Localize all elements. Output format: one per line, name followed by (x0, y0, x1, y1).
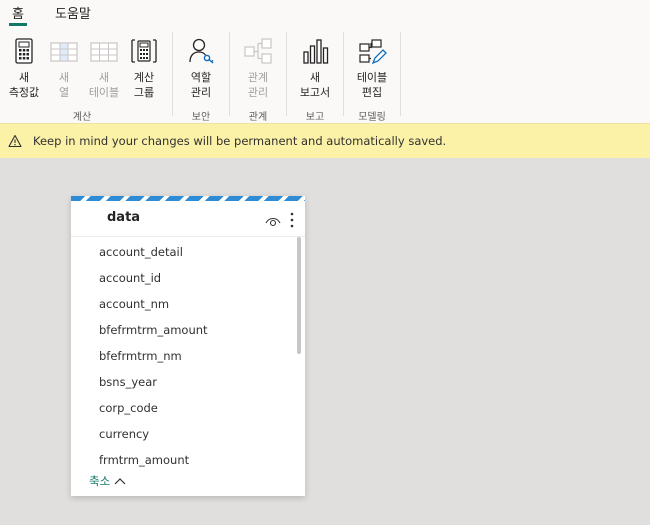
field-item[interactable]: bfefrmtrm_nm (99, 349, 182, 363)
calculator-icon (15, 38, 33, 64)
new-column-button[interactable]: 새 열 (48, 36, 80, 100)
group-divider (400, 32, 401, 116)
new-report-label-1: 새 (309, 71, 321, 84)
manage-roles-label-2: 관리 (190, 86, 212, 99)
info-bar: Keep in mind your changes will be perman… (0, 123, 650, 158)
edit-tables-label-2: 편집 (361, 86, 383, 99)
table-title: data (107, 210, 141, 225)
new-column-label-1: 새 (58, 71, 70, 84)
new-column-label-2: 열 (58, 86, 70, 99)
new-table-button[interactable]: 새 테이블 (84, 36, 124, 100)
calc-group-icon (131, 39, 157, 63)
group-label-modeling: 모델링 (358, 112, 386, 123)
manage-relationships-label-2: 관리 (247, 86, 269, 99)
field-list: account_detail account_id account_nm bfe… (71, 237, 305, 469)
field-item[interactable]: account_nm (99, 297, 169, 311)
field-item[interactable]: account_detail (99, 245, 183, 259)
group-divider (172, 32, 173, 116)
field-item[interactable]: corp_code (99, 401, 158, 415)
new-report-label-2: 보고서 (299, 86, 331, 99)
new-table-label-1: 새 (98, 71, 110, 84)
tab-home[interactable]: 홈 (9, 3, 27, 26)
group-divider (343, 32, 344, 116)
ribbon: 홈 도움말 새 측정값 새 열 새 테이블 계산 그룹 계산 역할 관리 보안 … (0, 0, 650, 123)
group-label-security: 보안 (191, 112, 211, 123)
calc-group-button[interactable]: 계산 그룹 (128, 36, 160, 100)
tab-help[interactable]: 도움말 (55, 3, 91, 22)
new-measure-button[interactable]: 새 측정값 (4, 36, 44, 100)
field-item[interactable]: bsns_year (99, 375, 157, 389)
calc-group-label-2: 그룹 (133, 86, 155, 99)
ribbon-groups: 새 측정값 새 열 새 테이블 계산 그룹 계산 역할 관리 보안 관계 관리 … (0, 28, 650, 123)
manage-relationships-button[interactable]: 관계 관리 (239, 36, 277, 100)
new-measure-label-1: 새 (18, 71, 30, 84)
warning-icon (8, 134, 22, 148)
collapse-button[interactable]: 축소 (89, 473, 126, 489)
group-divider (229, 32, 230, 116)
new-measure-label-2: 측정값 (8, 86, 40, 99)
bar-chart-icon (303, 39, 329, 64)
table-card[interactable]: data account_detail account_id account_n… (71, 196, 305, 496)
more-options-icon[interactable] (289, 211, 295, 229)
chevron-up-icon (114, 478, 126, 485)
column-table-icon (50, 42, 78, 62)
field-item[interactable]: bfefrmtrm_amount (99, 323, 208, 337)
group-label-reporting: 보고 (305, 112, 325, 123)
ribbon-tabs: 홈 도움말 (0, 0, 650, 28)
group-label-relationships: 관계 (248, 112, 268, 123)
manage-relationships-label-1: 관계 (247, 71, 269, 84)
group-label-calculations: 계산 (72, 112, 92, 123)
field-item[interactable]: frmtrm_amount (99, 453, 189, 467)
edit-tables-icon (359, 39, 387, 65)
group-divider (286, 32, 287, 116)
manage-roles-label-1: 역할 (190, 71, 212, 84)
new-report-button[interactable]: 새 보고서 (294, 36, 336, 100)
field-list-scrollbar[interactable] (297, 237, 301, 354)
calc-group-label-1: 계산 (133, 71, 155, 84)
info-bar-message: Keep in mind your changes will be perman… (33, 134, 447, 148)
field-item[interactable]: currency (99, 427, 149, 441)
edit-tables-label-1: 테이블 (356, 71, 388, 84)
edit-tables-button[interactable]: 테이블 편집 (350, 36, 394, 100)
new-table-label-2: 테이블 (88, 86, 120, 99)
collapse-label: 축소 (89, 474, 111, 488)
card-header[interactable]: data (71, 201, 305, 237)
relationships-icon (244, 38, 272, 64)
field-item[interactable]: account_id (99, 271, 161, 285)
manage-roles-button[interactable]: 역할 관리 (182, 36, 220, 100)
table-icon (90, 42, 118, 62)
manage-roles-icon (189, 38, 214, 64)
eye-icon[interactable] (265, 215, 281, 227)
